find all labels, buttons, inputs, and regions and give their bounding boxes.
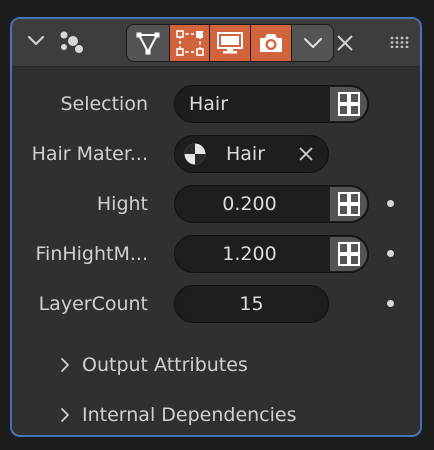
visibility-toggle-group xyxy=(126,24,334,62)
fin-hight-value: 1.200 xyxy=(222,243,277,265)
hair-node-icon xyxy=(60,31,83,53)
keyframe-dot-icon[interactable] xyxy=(387,300,394,307)
hair-material-value: Hair xyxy=(226,143,266,165)
fin-hight-socket-toggle[interactable] xyxy=(329,237,367,271)
clear-icon[interactable] xyxy=(298,146,314,162)
layer-count-label: LayerCount xyxy=(38,293,148,315)
close-icon[interactable] xyxy=(336,34,354,52)
selection-label: Selection xyxy=(60,93,148,115)
hair-material-label: Hair Mater... xyxy=(31,143,148,165)
fin-hight-field[interactable]: 1.200 xyxy=(174,235,369,273)
vertex-triangle-icon xyxy=(136,32,160,55)
render-toggle[interactable] xyxy=(251,25,292,61)
selection-value: Hair xyxy=(189,93,229,115)
viewport-toggle[interactable] xyxy=(210,25,251,61)
hight-socket-toggle[interactable] xyxy=(329,187,367,221)
keyframe-dot-icon[interactable] xyxy=(387,200,394,207)
hight-label: Hight xyxy=(96,193,148,215)
edit-mode-toggle[interactable] xyxy=(127,25,170,61)
attribute-socket-icon xyxy=(338,192,360,216)
monitor-icon xyxy=(217,32,243,54)
internal-dependencies-label: Internal Dependencies xyxy=(82,404,297,426)
attribute-socket-icon xyxy=(338,92,360,116)
chevron-down-icon[interactable] xyxy=(26,34,46,48)
hair-material-field[interactable]: Hair xyxy=(174,135,329,173)
drag-grip-icon[interactable] xyxy=(390,36,412,48)
hight-field[interactable]: 0.200 xyxy=(174,185,369,223)
layer-count-field[interactable]: 15 xyxy=(174,285,329,323)
extra-dropdown-button[interactable] xyxy=(292,25,333,61)
camera-icon xyxy=(260,34,282,52)
selection-toggle[interactable] xyxy=(170,25,210,61)
fin-hight-label: FinHightM... xyxy=(35,243,149,265)
chevron-down-icon xyxy=(303,38,322,48)
chevron-right-icon xyxy=(61,408,69,422)
selection-socket-toggle[interactable] xyxy=(329,87,367,121)
modifier-panel: Selection Hair Hair Mater... Hair Hight xyxy=(10,17,422,437)
hight-value: 0.200 xyxy=(222,193,277,215)
chevron-right-icon xyxy=(61,358,69,372)
keyframe-dot-icon[interactable] xyxy=(387,250,394,257)
bounding-box-icon xyxy=(175,30,204,56)
output-attributes-label: Output Attributes xyxy=(82,354,248,376)
layer-count-value: 15 xyxy=(239,293,264,315)
selection-field[interactable]: Hair xyxy=(174,85,369,123)
attribute-socket-icon xyxy=(338,242,360,266)
material-icon xyxy=(184,143,206,165)
modifier-header xyxy=(12,19,420,67)
